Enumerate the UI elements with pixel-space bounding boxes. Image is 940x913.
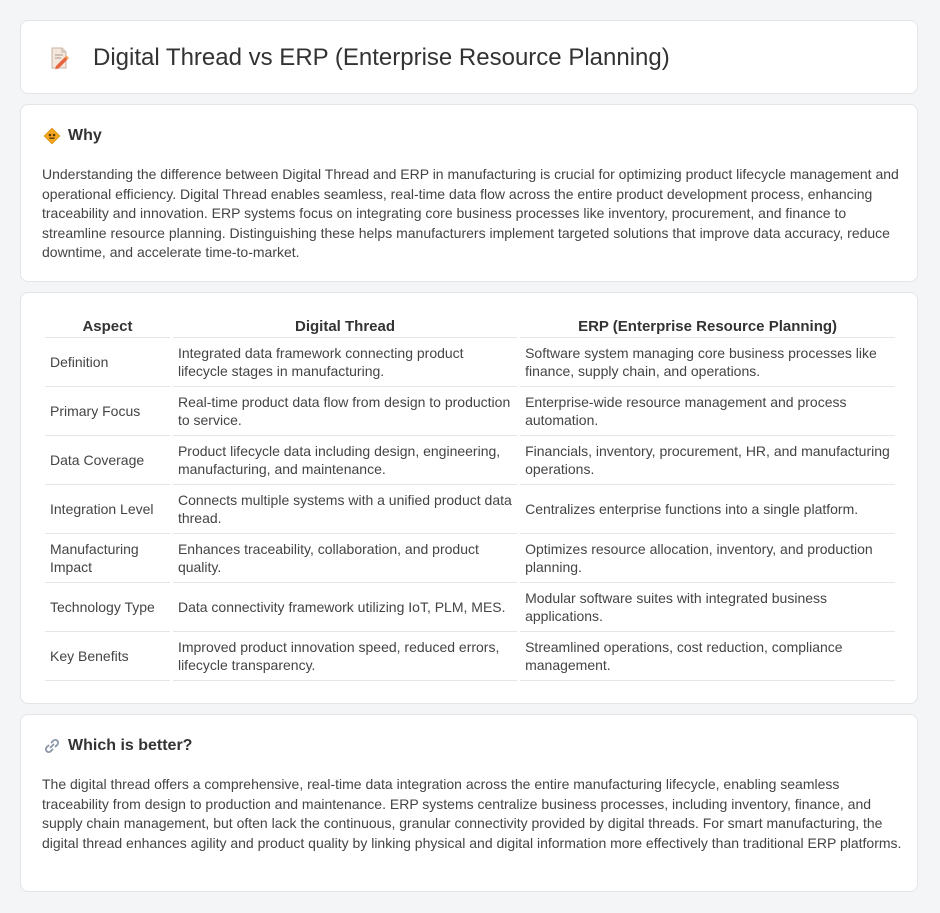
erp-cell: Centralizes enterprise functions into a …	[520, 485, 895, 534]
aspect-cell: Manufacturing Impact	[45, 534, 170, 583]
why-heading: Why	[68, 127, 102, 144]
digital-thread-cell: Product lifecycle data including design,…	[172, 436, 518, 485]
erp-cell: Streamlined operations, cost reduction, …	[520, 632, 895, 681]
which-is-better-section: Which is better? The digital thread offe…	[20, 714, 918, 892]
digital-thread-cell: Data connectivity framework utilizing Io…	[172, 583, 518, 632]
better-heading-row: Which is better?	[43, 737, 192, 755]
table-row: Key Benefits Improved product innovation…	[45, 632, 895, 681]
header-digital-thread: Digital Thread	[172, 315, 518, 338]
aspect-cell: Technology Type	[45, 583, 170, 632]
table-row: Primary Focus Real-time product data flo…	[45, 387, 895, 436]
table-row: Manufacturing Impact Enhances traceabili…	[45, 534, 895, 583]
aspect-cell: Integration Level	[45, 485, 170, 534]
table-row: Definition Integrated data framework con…	[45, 338, 895, 387]
erp-cell: Software system managing core business p…	[520, 338, 895, 387]
erp-cell: Enterprise-wide resource management and …	[520, 387, 895, 436]
aspect-cell: Data Coverage	[45, 436, 170, 485]
table-row: Data Coverage Product lifecycle data inc…	[45, 436, 895, 485]
header-aspect: Aspect	[45, 315, 170, 338]
why-text: Understanding the difference between Dig…	[42, 166, 899, 260]
diamond-sign-icon	[43, 127, 61, 145]
page-title: Digital Thread vs ERP (Enterprise Resour…	[93, 44, 670, 71]
why-heading-row: Why	[43, 127, 102, 145]
aspect-cell: Definition	[45, 338, 170, 387]
table-row: Integration Level Connects multiple syst…	[45, 485, 895, 534]
why-section: Why Understanding the difference between…	[20, 104, 918, 282]
better-heading: Which is better?	[68, 737, 193, 754]
digital-thread-cell: Connects multiple systems with a unified…	[172, 485, 518, 534]
title-row: Digital Thread vs ERP (Enterprise Resour…	[47, 44, 670, 72]
link-icon	[44, 738, 60, 754]
header-erp: ERP (Enterprise Resource Planning)	[520, 315, 895, 338]
erp-cell: Financials, inventory, procurement, HR, …	[520, 436, 895, 485]
digital-thread-cell: Enhances traceability, collaboration, an…	[172, 534, 518, 583]
digital-thread-cell: Improved product innovation speed, reduc…	[172, 632, 518, 681]
digital-thread-cell: Integrated data framework connecting pro…	[172, 338, 518, 387]
erp-cell: Modular software suites with integrated …	[520, 583, 895, 632]
title-card: Digital Thread vs ERP (Enterprise Resour…	[20, 20, 918, 94]
comparison-section: Aspect Digital Thread ERP (Enterprise Re…	[20, 292, 918, 704]
comparison-table: Aspect Digital Thread ERP (Enterprise Re…	[42, 315, 898, 681]
aspect-cell: Key Benefits	[45, 632, 170, 681]
table-row: Technology Type Data connectivity framew…	[45, 583, 895, 632]
aspect-cell: Primary Focus	[45, 387, 170, 436]
better-text: The digital thread offers a comprehensiv…	[42, 776, 902, 851]
document-pencil-icon	[51, 47, 69, 70]
table-header-row: Aspect Digital Thread ERP (Enterprise Re…	[45, 315, 895, 338]
digital-thread-cell: Real-time product data flow from design …	[172, 387, 518, 436]
erp-cell: Optimizes resource allocation, inventory…	[520, 534, 895, 583]
